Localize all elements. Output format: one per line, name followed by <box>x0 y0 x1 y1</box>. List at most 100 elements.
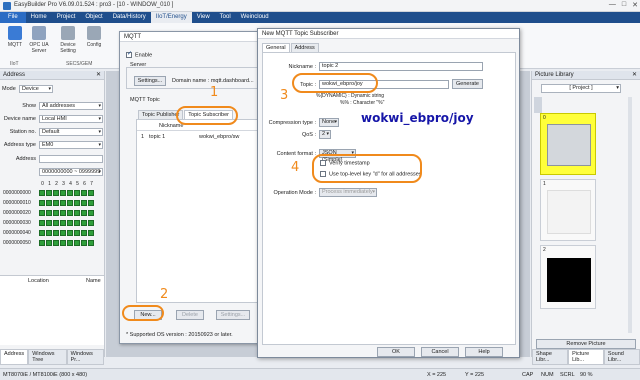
black-picture <box>547 258 591 302</box>
tab-windows-preview[interactable]: Windows Pr... <box>66 349 104 365</box>
bit-row: 0000000020 <box>3 208 95 218</box>
tab-shape-library[interactable]: Shape Libr... <box>532 349 569 365</box>
menu-tool[interactable]: Tool <box>215 12 236 23</box>
mqtt-topic-label: MQTT Topic <box>130 97 160 103</box>
chevron-down-icon: ▾ <box>616 85 619 91</box>
bit-row: 0000000040 <box>3 228 95 238</box>
library-scope-select[interactable]: [ Project ] ▾ <box>541 84 621 93</box>
library-item-1[interactable]: 1 <box>540 179 596 241</box>
qos-label: QoS : <box>301 132 316 138</box>
title-bar: EasyBuilder Pro V6.09.01.524 : pro3 - [1… <box>0 0 640 12</box>
chevron-down-icon: ▾ <box>48 86 51 92</box>
menu-data-history[interactable]: Data/History <box>108 12 151 23</box>
compression-select[interactable]: None ▾ <box>319 118 339 127</box>
server-settings-button[interactable]: Settings... <box>134 76 166 86</box>
address-row: Address <box>2 155 103 164</box>
annotation-number-4: 4 <box>291 160 300 175</box>
chevron-down-icon: ▾ <box>98 142 101 148</box>
device-setting-ribbon-button[interactable]: Device Setting <box>56 26 80 54</box>
os-footnote: * Supported OS version : 20150923 or lat… <box>126 332 233 338</box>
chevron-down-icon: ▾ <box>334 119 337 125</box>
chevron-down-icon: ▾ <box>372 189 375 195</box>
device-name-select[interactable]: Local HMI ▾ <box>39 115 103 123</box>
scroll-left-icon[interactable] <box>534 97 542 113</box>
library-scrollbar[interactable] <box>628 97 632 333</box>
topic-callout-text: wokwi_ebpro/joy <box>361 111 474 125</box>
address-panel-title: Address ✕ <box>0 71 104 80</box>
subscriber-tabs: General Address <box>262 43 320 52</box>
compression-label: Compression type : <box>268 120 316 126</box>
generate-button[interactable]: Generate <box>452 79 483 89</box>
menu-view[interactable]: View <box>192 12 215 23</box>
menu-iiot-energy[interactable]: IIoT/Energy <box>150 12 192 23</box>
picture-library-title: Picture Library ✕ <box>532 71 640 80</box>
tab-picture-library[interactable]: Picture Lib... <box>568 349 604 365</box>
cancel-button[interactable]: Cancel <box>421 347 459 357</box>
delete-button[interactable]: Delete <box>176 310 204 320</box>
annotation-ring-new-button <box>122 305 164 321</box>
ribbon-group-secs: SECS/GEM <box>66 61 93 67</box>
nickname-input[interactable]: topic 2 <box>319 62 483 71</box>
menu-project[interactable]: Project <box>52 12 81 23</box>
minimize-button[interactable]: — <box>609 1 616 9</box>
blank-picture <box>547 190 591 234</box>
chevron-down-icon: ▾ <box>98 169 101 175</box>
library-item-2[interactable]: 2 <box>540 245 596 309</box>
tab-address[interactable]: Address <box>0 349 29 365</box>
address-input[interactable] <box>39 155 103 163</box>
x-coordinate: X = 225 <box>427 372 447 378</box>
tab-address[interactable]: Address <box>290 43 319 52</box>
app-icon <box>3 2 11 10</box>
mqtt-ribbon-button[interactable]: MQTT <box>3 26 27 48</box>
topic-settings-button[interactable]: Settings... <box>216 310 250 320</box>
address-type-select[interactable]: EM0 ▾ <box>39 141 103 149</box>
range-select[interactable]: 0000000000 ~ 0999999 ▾ <box>39 168 103 176</box>
operation-mode-select[interactable]: Process immediately ▾ <box>319 188 377 197</box>
annotation-ring-checkboxes <box>312 154 422 183</box>
tab-windows-tree[interactable]: Windows Tree <box>28 349 67 365</box>
location-table: Location Name <box>0 275 104 345</box>
address-panel: Address ✕ Mode Device ▾ Show All addresses… <box>0 71 105 365</box>
bit-row: 0000000050 <box>3 238 95 248</box>
show-select[interactable]: All addresses ▾ <box>39 102 103 110</box>
panel-close-icon[interactable]: ✕ <box>96 71 101 80</box>
panel-close-icon[interactable]: ✕ <box>632 71 637 80</box>
picture-library-panel: Picture Library ✕ [ Project ] ▾ 0 1 2 Remo… <box>531 71 640 365</box>
help-button[interactable]: Help <box>465 347 503 357</box>
remove-picture-button[interactable]: Remove Picture <box>536 339 636 349</box>
qos-select[interactable]: 2 ▾ <box>319 130 331 139</box>
mode-select[interactable]: Device ▾ <box>19 85 53 93</box>
menu-object[interactable]: Object <box>80 12 107 23</box>
menu-weincloud[interactable]: Weincloud <box>236 12 274 23</box>
annotation-ring-topic <box>292 73 378 93</box>
mode-row: Mode Device ▾ <box>2 85 53 93</box>
ok-button[interactable]: OK <box>377 347 415 357</box>
caps-indicator: CAP <box>522 372 534 378</box>
mqtt-icon <box>8 26 22 40</box>
model-status: MT8070iE / MT8100iE (800 x 480) <box>3 372 88 378</box>
tab-general[interactable]: General <box>262 43 290 52</box>
library-item-0[interactable]: 0 <box>540 113 596 175</box>
domain-name-text: Domain name : mqtt.dashboard... <box>172 78 254 84</box>
config-ribbon-button[interactable]: Config <box>82 26 106 48</box>
right-bottom-tabs: Shape Libr... Picture Lib... Sound Libr.… <box>532 349 640 365</box>
keypad-picture <box>547 124 591 166</box>
content-format-label: Content format : <box>276 151 316 157</box>
close-button[interactable]: ✕ <box>632 1 638 9</box>
enable-checkbox[interactable]: Enable <box>126 50 152 58</box>
status-bar: MT8070iE / MT8100iE (800 x 480) X = 225 … <box>0 368 640 380</box>
maximize-button[interactable]: □ <box>622 1 626 9</box>
opcua-ribbon-button[interactable]: OPC UA Server <box>27 26 51 54</box>
menu-home[interactable]: Home <box>26 12 52 23</box>
bit-grid: 01234567 0000000000 0000000010 000000002… <box>3 180 95 248</box>
station-select[interactable]: Default ▾ <box>39 128 103 136</box>
tab-sound-library[interactable]: Sound Libr... <box>603 349 640 365</box>
show-row: Show All addresses ▾ <box>22 102 103 110</box>
nickname-label: Nickname : <box>288 64 316 70</box>
annotation-number-1: 1 <box>210 85 219 100</box>
range-row: 0000000000 ~ 0999999 ▾ <box>2 168 103 177</box>
operation-mode-label: Operation Mode : <box>273 190 317 196</box>
menu-file[interactable]: File <box>0 12 26 23</box>
zoom-level[interactable]: 90 % <box>580 372 593 378</box>
bit-row: 0000000010 <box>3 198 95 208</box>
